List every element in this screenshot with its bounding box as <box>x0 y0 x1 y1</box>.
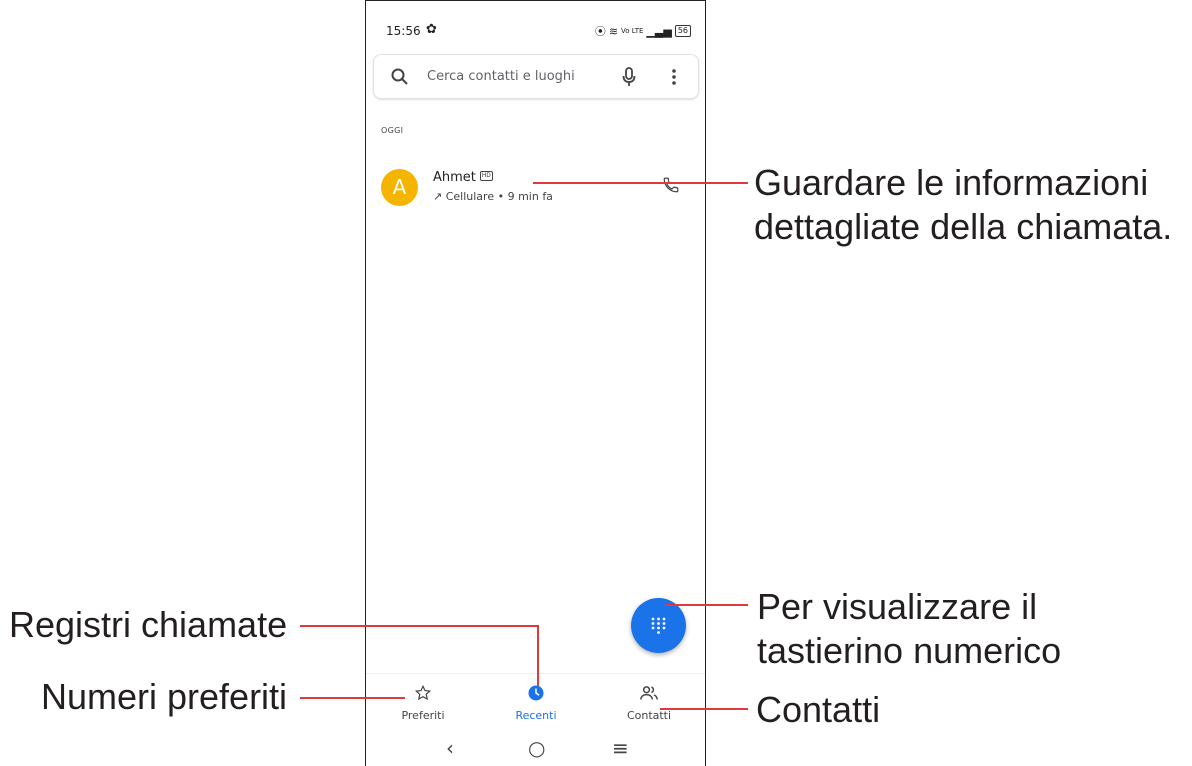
callout-dialpad-line2: tastierino numerico <box>757 630 1062 671</box>
callout-call-info-line1: Guardare le informazioni <box>754 162 1149 203</box>
callout-call-logs: Registri chiamate <box>9 604 288 645</box>
callout-contacts: Contatti <box>756 689 881 730</box>
leader-line-call-logs <box>300 625 539 686</box>
callout-dialpad-line1: Per visualizzare il <box>757 586 1038 627</box>
callout-dialpad: Per visualizzare il tastierino numerico <box>757 585 1061 673</box>
callout-call-info-line2: dettagliate della chiamata. <box>754 206 1173 247</box>
callout-call-info: Guardare le informazioni dettagliate del… <box>754 161 1172 249</box>
callout-favorites: Numeri preferiti <box>41 676 288 717</box>
